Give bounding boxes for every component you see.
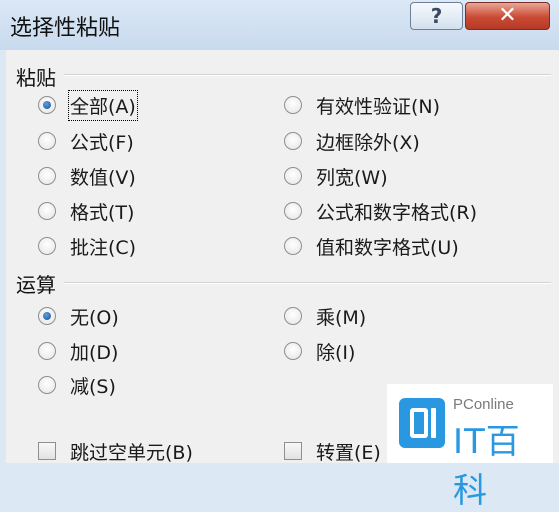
radio-paste-comments[interactable]: 批注(C) (38, 233, 136, 259)
radio-button[interactable] (284, 132, 302, 150)
radio-button[interactable] (38, 376, 56, 394)
radio-label: 全部(A) (68, 89, 138, 121)
radio-operation-multiply[interactable]: 乘(M) (284, 303, 366, 329)
radio-paste-formats[interactable]: 格式(T) (38, 198, 134, 224)
radio-operation-divide[interactable]: 除(I) (284, 338, 355, 364)
watermark-brand: IT百科 (453, 422, 521, 511)
radio-paste-values-and-number-formats[interactable]: 值和数字格式(U) (284, 233, 459, 259)
radio-button[interactable] (38, 96, 56, 114)
pconline-watermark: PConline IT百科 (387, 384, 553, 511)
radio-label: 减(S) (70, 375, 116, 398)
radio-label: 除(I) (316, 341, 356, 364)
radio-paste-formulas[interactable]: 公式(F) (38, 128, 134, 154)
paste-group-separator (64, 74, 551, 76)
radio-button[interactable] (284, 202, 302, 220)
radio-label: 加(D) (70, 341, 119, 364)
title-bar: 选择性粘贴 ? ✕ (0, 0, 559, 50)
pconline-logo-icon (399, 398, 445, 448)
radio-operation-add[interactable]: 加(D) (38, 338, 118, 364)
radio-label: 列宽(W) (316, 166, 388, 189)
radio-paste-all[interactable]: 全部(A) (38, 89, 138, 121)
radio-operation-none[interactable]: 无(O) (38, 303, 119, 329)
radio-label: 无(O) (70, 306, 119, 329)
radio-paste-validation[interactable]: 有效性验证(N) (284, 92, 440, 118)
radio-paste-formulas-and-number-formats[interactable]: 公式和数字格式(R) (284, 198, 477, 224)
radio-button[interactable] (38, 237, 56, 255)
radio-label: 数值(V) (70, 166, 136, 189)
radio-button[interactable] (284, 237, 302, 255)
radio-button[interactable] (38, 202, 56, 220)
help-button[interactable]: ? (410, 2, 463, 30)
close-button[interactable]: ✕ (465, 2, 550, 30)
radio-button[interactable] (284, 307, 302, 325)
checkbox[interactable] (38, 442, 56, 460)
checkbox-label: 转置(E) (316, 441, 381, 464)
watermark-site-name: PConline (453, 396, 514, 413)
checkbox-skip-blanks[interactable]: 跳过空单元(B) (38, 438, 193, 464)
radio-label: 乘(M) (316, 306, 367, 329)
radio-button[interactable] (38, 307, 56, 325)
radio-button[interactable] (284, 167, 302, 185)
radio-button[interactable] (284, 342, 302, 360)
checkbox[interactable] (284, 442, 302, 460)
operation-group-label: 运算 (16, 273, 56, 297)
radio-paste-values[interactable]: 数值(V) (38, 163, 136, 189)
radio-button[interactable] (38, 342, 56, 360)
checkbox-label: 跳过空单元(B) (70, 441, 193, 464)
radio-paste-column-widths[interactable]: 列宽(W) (284, 163, 388, 189)
checkbox-transpose[interactable]: 转置(E) (284, 438, 381, 464)
radio-label: 值和数字格式(U) (316, 236, 459, 259)
close-icon: ✕ (498, 3, 517, 28)
radio-label: 公式和数字格式(R) (316, 201, 478, 224)
radio-label: 格式(T) (70, 201, 135, 224)
radio-label: 边框除外(X) (316, 131, 420, 154)
radio-operation-subtract[interactable]: 减(S) (38, 372, 116, 398)
radio-button[interactable] (38, 132, 56, 150)
radio-label: 批注(C) (70, 236, 137, 259)
paste-group-label: 粘贴 (16, 66, 56, 90)
radio-label: 有效性验证(N) (316, 95, 441, 118)
radio-button[interactable] (284, 96, 302, 114)
operation-group-separator (64, 282, 551, 284)
radio-paste-all-except-borders[interactable]: 边框除外(X) (284, 128, 420, 154)
dialog-title: 选择性粘贴 (10, 16, 121, 41)
radio-button[interactable] (38, 167, 56, 185)
radio-label: 公式(F) (70, 131, 134, 154)
help-icon: ? (430, 4, 443, 28)
